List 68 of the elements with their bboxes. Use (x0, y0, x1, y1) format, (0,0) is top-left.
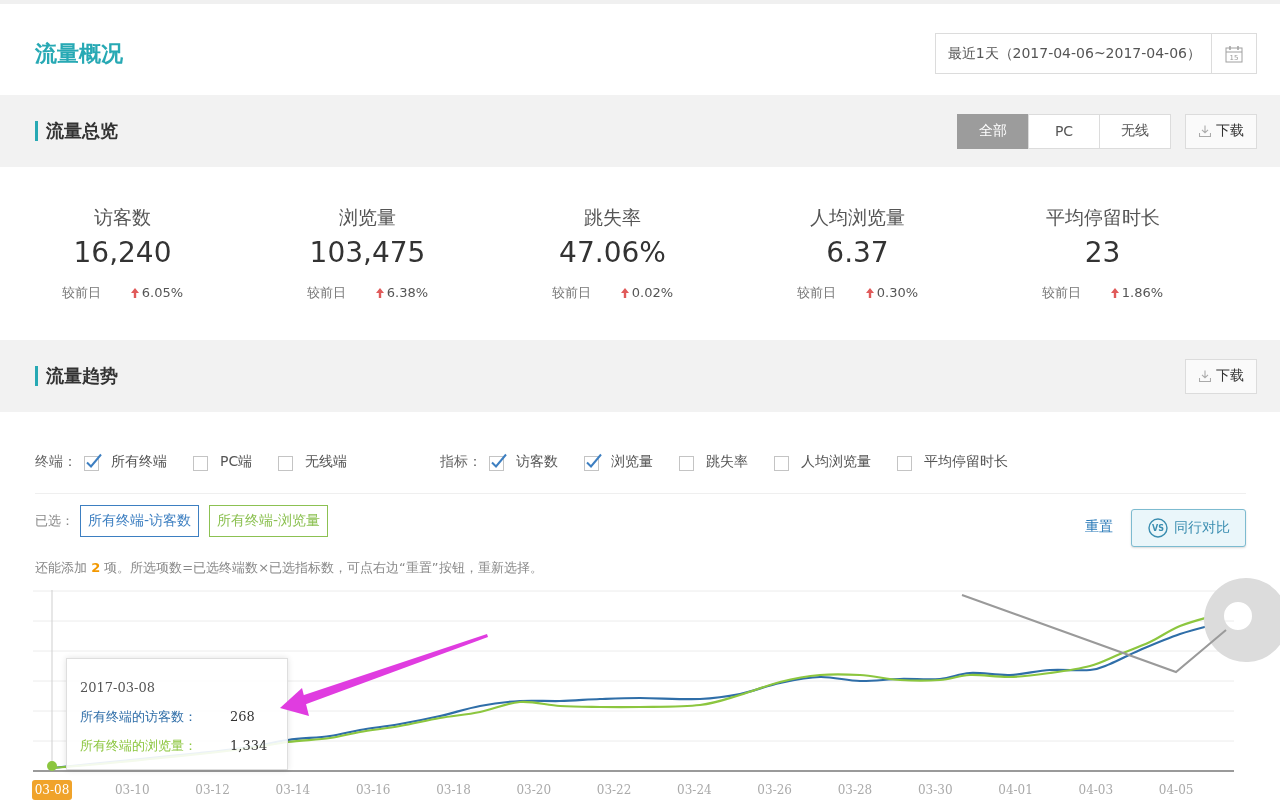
download-icon (1198, 125, 1211, 137)
checkbox-label[interactable]: 人均浏览量 (801, 453, 871, 471)
reset-link[interactable]: 重置 (1085, 517, 1113, 535)
download-button[interactable]: 下载 (1185, 358, 1257, 394)
axis-label: 03-08 (31, 780, 73, 800)
compare-label: 较前日 (61, 284, 101, 302)
compare-label: 较前日 (306, 284, 346, 302)
checkbox[interactable] (489, 453, 507, 471)
selected-label: 已选： (35, 512, 74, 530)
checkbox-label[interactable]: 无线端 (305, 453, 348, 471)
axis-label: 04-01 (997, 782, 1034, 799)
checkbox[interactable] (774, 453, 792, 471)
metric-label: 平均停留时长 (1045, 205, 1160, 229)
axis-label: 03-18 (435, 782, 472, 799)
checkbox[interactable] (193, 453, 211, 471)
checkbox[interactable] (897, 453, 915, 471)
change-value: 0.30% (876, 284, 919, 302)
axis-label: 04-05 (1157, 782, 1195, 799)
axis-label: 03-16 (354, 782, 392, 799)
change-value: 1.86% (1121, 284, 1164, 302)
metric-value: 16,240 (73, 235, 172, 271)
filter-label: 指标： (440, 453, 482, 471)
metric-label: 跳失率 (584, 205, 641, 229)
checkbox-label[interactable]: 跳失率 (706, 453, 748, 471)
metric-label: 浏览量 (339, 205, 396, 229)
compare-button[interactable]: VS 同行对比 (1131, 509, 1246, 547)
axis-label: 03-28 (836, 782, 874, 799)
axis-label: 03-12 (194, 782, 231, 799)
download-button[interactable]: 下载 (1185, 113, 1257, 149)
page-title: 流量概况 (35, 39, 123, 68)
change-value: 6.38% (386, 284, 429, 302)
section-title: 流量总览 (35, 121, 118, 141)
axis-label: 03-10 (114, 782, 151, 799)
axis-label: 03-24 (676, 782, 713, 799)
metric-value: 103,475 (309, 235, 426, 271)
checkbox-label[interactable]: 所有终端 (111, 453, 167, 471)
axis-label: 03-20 (515, 782, 553, 799)
checkbox[interactable] (584, 453, 602, 471)
download-icon (1198, 370, 1211, 382)
metric-label: 访客数 (94, 205, 151, 229)
hint-text: 还能添加 2 项。所选项数=已选终端数×已选指标数，可点右边“重置”按钮，重新选择。 (35, 559, 544, 577)
checkbox-label[interactable]: 浏览量 (611, 453, 653, 471)
axis-label: 03-22 (595, 782, 633, 799)
filter-label: 终端： (35, 453, 77, 471)
checkbox[interactable] (84, 453, 102, 471)
axis-label: 03-14 (274, 782, 312, 799)
checkbox-label[interactable]: PC端 (220, 453, 253, 471)
metric-label: 人均浏览量 (810, 205, 905, 229)
change-value: 0.02% (631, 284, 674, 302)
selected-tag: 所有终端-浏览量 (209, 505, 329, 537)
axis-label: 03-26 (756, 782, 793, 799)
compare-label: 较前日 (551, 284, 591, 302)
metric-value: 23 (1084, 235, 1121, 271)
checkbox-label[interactable]: 平均停留时长 (924, 453, 1008, 471)
metric-value: 47.06% (559, 235, 666, 271)
section-title: 流量趋势 (35, 366, 118, 386)
compare-label: 较前日 (1041, 284, 1081, 302)
tab[interactable]: PC (1028, 113, 1100, 149)
axis-label: 03-30 (916, 782, 954, 799)
axis-label: 04-03 (1077, 782, 1115, 799)
checkbox-label[interactable]: 访客数 (516, 453, 558, 471)
compare-label: 较前日 (796, 284, 836, 302)
checkbox[interactable] (679, 453, 697, 471)
selected-tag: 所有终端-访客数 (80, 505, 200, 537)
metric-value: 6.37 (826, 235, 889, 271)
vs-icon: VS (1147, 518, 1168, 538)
tab[interactable]: 无线 (1099, 113, 1171, 149)
change-value: 6.05% (141, 284, 184, 302)
